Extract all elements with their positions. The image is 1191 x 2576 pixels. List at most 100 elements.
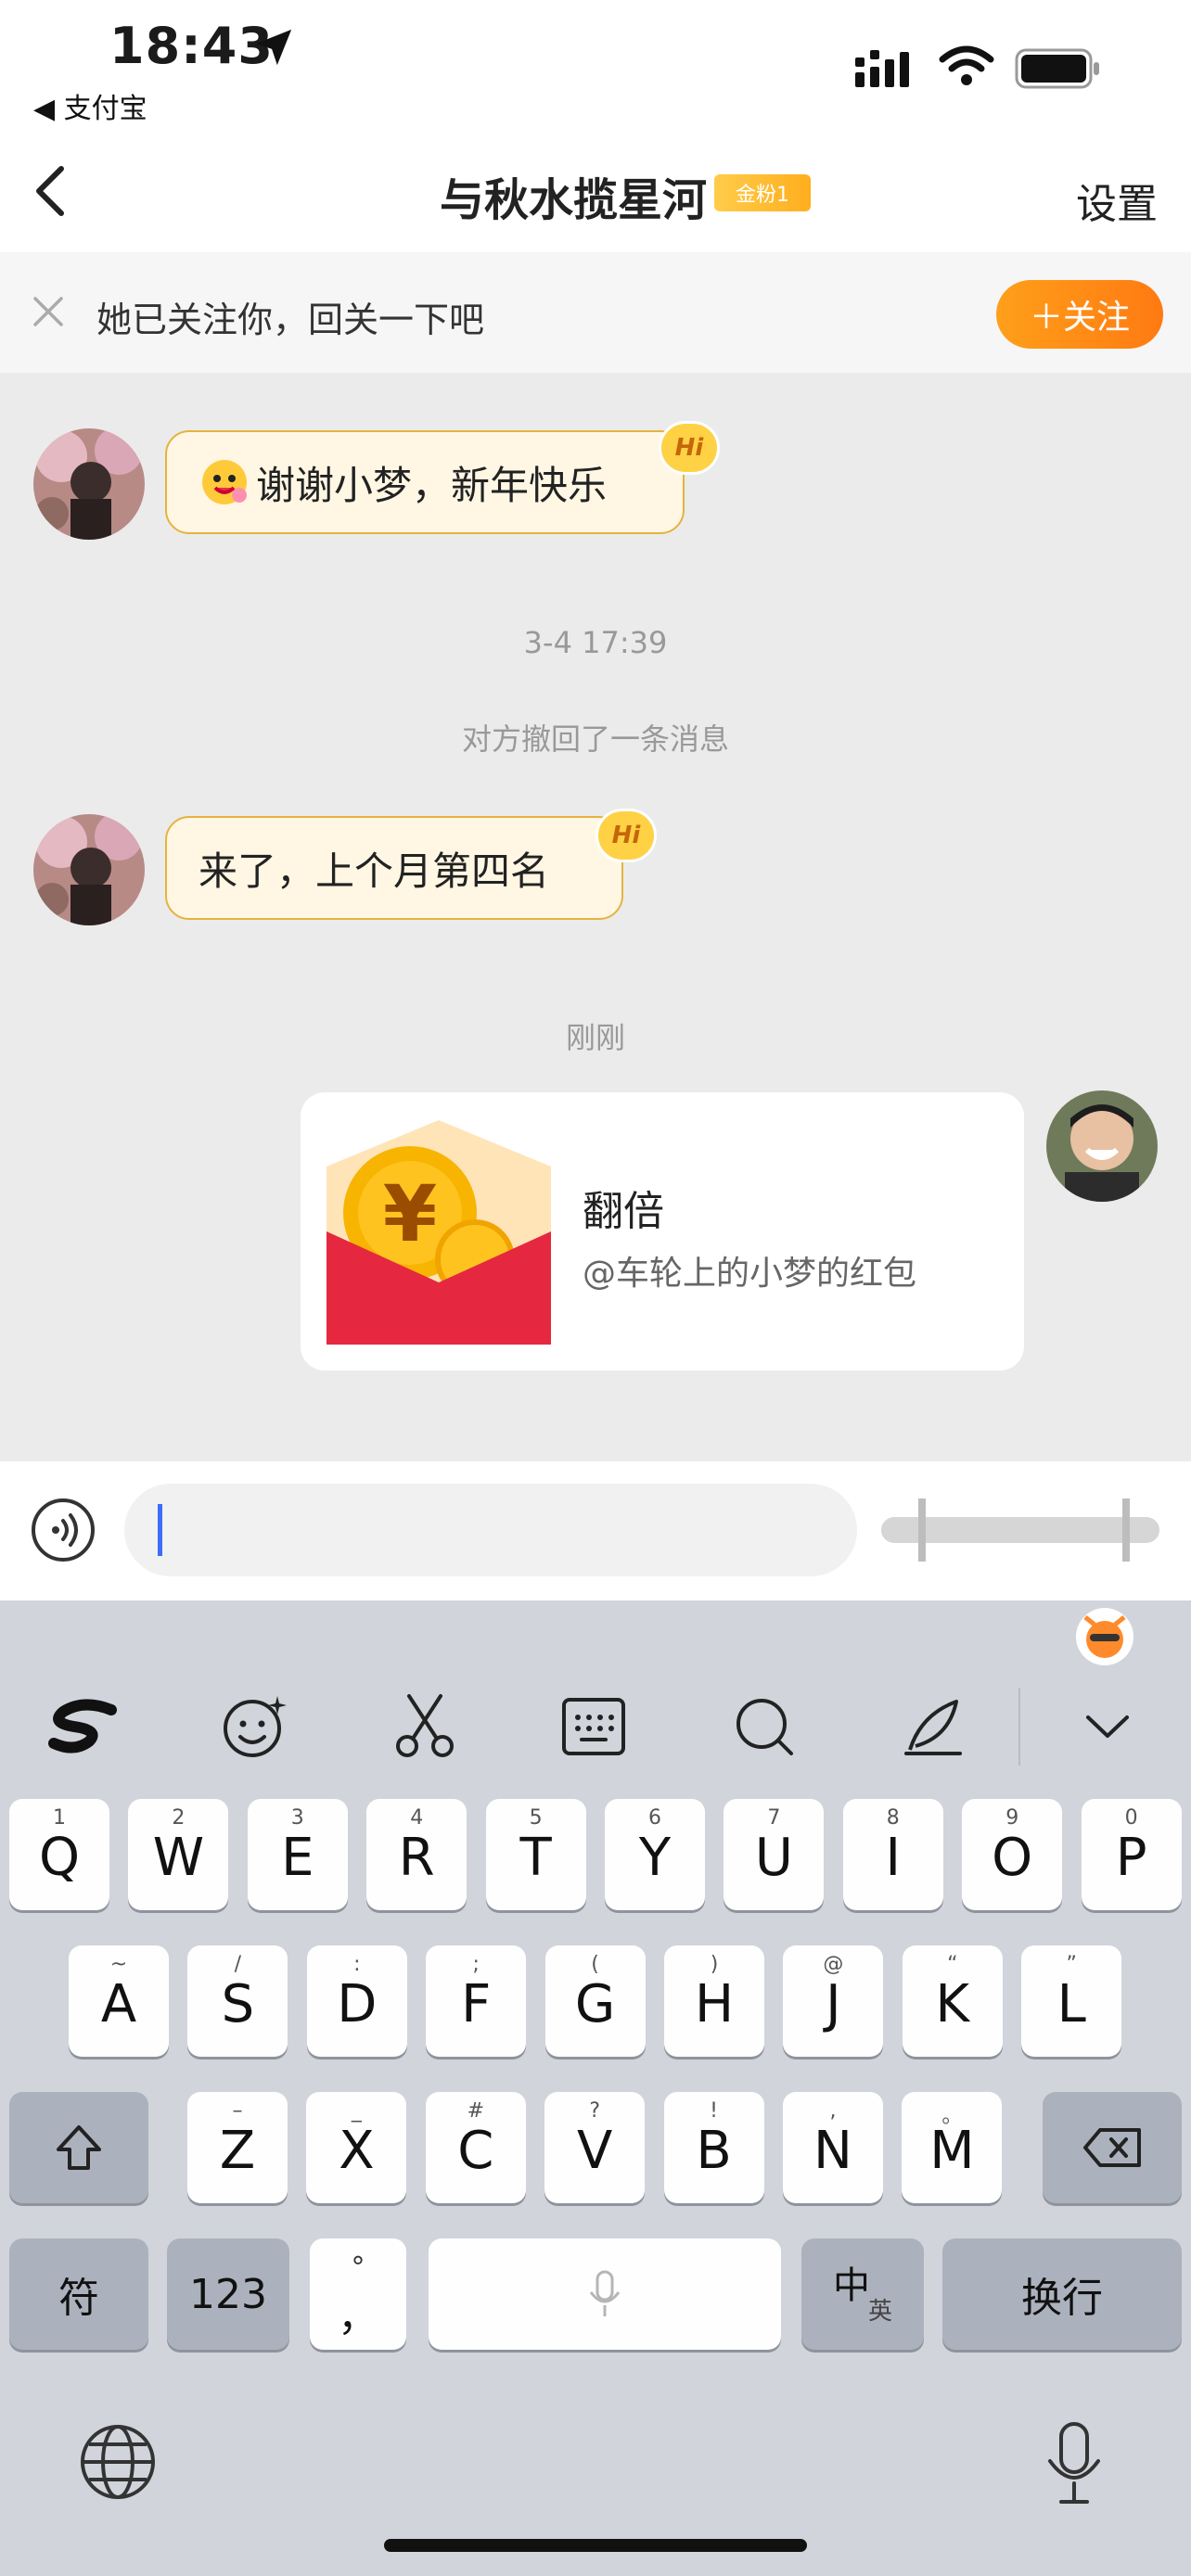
key-letter: A <box>100 1974 137 2034</box>
key-d[interactable]: :D <box>306 1945 407 2057</box>
key-q[interactable]: 1Q <box>9 1799 109 1910</box>
key-hint: ? <box>589 2099 601 2123</box>
avatar[interactable] <box>1046 1090 1158 1202</box>
input-actions-blurred[interactable] <box>881 1495 1159 1565</box>
symbols-key[interactable]: 符 <box>9 2238 148 2350</box>
emoji-icon[interactable] <box>208 1680 301 1773</box>
dictation-microphone-icon[interactable] <box>1044 2420 1104 2507</box>
enter-key[interactable]: 换行 <box>942 2238 1182 2350</box>
back-to-app-link[interactable]: ◀ 支付宝 <box>33 85 147 126</box>
key-hint: 6 <box>648 1806 661 1830</box>
message-timestamp: 刚刚 <box>565 1020 625 1055</box>
key-o[interactable]: 9O <box>962 1799 1063 1910</box>
globe-icon[interactable] <box>78 2422 158 2502</box>
key-c[interactable]: # C <box>425 2092 526 2203</box>
chat-title[interactable]: 与秋水揽星河丶 <box>440 174 751 226</box>
shift-key[interactable] <box>9 2092 148 2203</box>
key-letter: L <box>1057 1974 1086 2034</box>
key-letter: Z <box>219 2121 256 2181</box>
key-letter: O <box>992 1828 1033 1888</box>
key-hint: ! <box>710 2099 718 2123</box>
search-icon[interactable] <box>718 1680 811 1773</box>
key-j[interactable]: @ J <box>783 1945 884 2057</box>
close-icon[interactable] <box>32 295 65 328</box>
key-hint: ; <box>472 1953 480 1976</box>
message-bubble[interactable]: 来了，上个月第四名 <box>165 816 623 920</box>
punctuation-key[interactable]: ° ， <box>310 2238 406 2350</box>
scissors-icon[interactable] <box>378 1680 471 1773</box>
key-t[interactable]: 5T <box>485 1799 586 1910</box>
punctuation-key-label: ， <box>338 2293 378 2340</box>
sogou-logo-icon[interactable] <box>37 1680 130 1773</box>
key-hint: _ <box>351 2099 362 2123</box>
collapse-keyboard-chevron-icon[interactable] <box>1061 1680 1154 1773</box>
key-letter: Q <box>38 1828 81 1888</box>
key-y[interactable]: 6Y <box>605 1799 705 1910</box>
key-n[interactable]: ,N <box>783 2092 883 2203</box>
avatar[interactable] <box>33 428 145 540</box>
key-w[interactable]: 2W <box>128 1799 229 1910</box>
key-f[interactable]: ; F <box>426 1945 527 2057</box>
header-title-wrap: 与秋水揽星河丶 <box>0 163 1191 228</box>
key-z[interactable]: – Z <box>187 2092 288 2203</box>
home-indicator <box>384 2539 807 2552</box>
follow-button[interactable]: ＋关注 <box>996 280 1163 349</box>
key-u[interactable]: 7U <box>724 1799 825 1910</box>
key-hint: 9 <box>1005 1806 1019 1830</box>
voice-input-icon[interactable] <box>30 1497 96 1563</box>
shift-arrow-icon <box>9 2092 148 2203</box>
key-hint: – <box>232 2099 243 2123</box>
key-k[interactable]: “K <box>902 1945 1003 2057</box>
key-s[interactable]: / S <box>187 1945 288 2057</box>
key-h[interactable]: ) H <box>664 1945 764 2057</box>
message-bubble[interactable]: 谢谢小梦，新年快乐 <box>165 430 685 534</box>
key-l[interactable]: ” L <box>1021 1945 1122 2057</box>
message-input[interactable] <box>124 1484 857 1576</box>
key-p[interactable]: 0P <box>1081 1799 1182 1910</box>
key-letter: Y <box>638 1828 672 1888</box>
key-letter: H <box>694 1974 735 2034</box>
key-hint: 2 <box>172 1806 186 1830</box>
key-hint: , <box>829 2099 837 2123</box>
key-x[interactable]: _ X <box>306 2092 407 2203</box>
space-key[interactable] <box>429 2238 781 2350</box>
handwriting-pen-icon[interactable] <box>887 1680 980 1773</box>
red-packet-title: 翻倍 <box>583 1188 664 1235</box>
language-en-label: 英 <box>868 2298 893 2326</box>
key-letter: U <box>754 1828 793 1888</box>
key-letter: V <box>577 2121 613 2181</box>
keyboard-mascot-icon[interactable] <box>1074 1606 1135 1667</box>
key-hint: 1 <box>53 1806 66 1830</box>
backspace-key[interactable] <box>1043 2092 1182 2203</box>
language-zh-label: 中 <box>833 2264 870 2307</box>
settings-button[interactable]: 设置 <box>1076 171 1158 230</box>
key-e[interactable]: 3E <box>247 1799 348 1910</box>
key-b[interactable]: ! B <box>663 2092 764 2203</box>
hi-badge: Hi <box>596 809 657 862</box>
key-hint: ) <box>710 1953 719 1976</box>
key-hint: 5 <box>529 1806 543 1830</box>
key-m[interactable]: 。 M <box>902 2092 1003 2203</box>
key-g[interactable]: (G <box>544 1945 646 2057</box>
key-letter: C <box>457 2121 494 2181</box>
key-letter: J <box>826 1974 841 2034</box>
numbers-key[interactable]: 123 <box>167 2238 289 2350</box>
fan-level-badge: 金粉1 <box>714 174 811 211</box>
red-packet-subtitle: @车轮上的小梦的红包 <box>583 1255 917 1293</box>
text-cursor <box>158 1504 162 1556</box>
status-time: 18:43 <box>109 17 274 75</box>
key-hint: / <box>234 1953 242 1976</box>
key-letter: G <box>574 1974 616 2034</box>
key-r[interactable]: 4R <box>366 1799 467 1910</box>
avatar[interactable] <box>33 814 145 925</box>
keyboard-layout-icon[interactable] <box>547 1680 640 1773</box>
language-toggle-key[interactable]: 中 英 <box>801 2238 924 2350</box>
key-letter: B <box>696 2121 732 2181</box>
message-text: 来了，上个月第四名 <box>198 848 550 894</box>
key-i[interactable]: 8I <box>842 1799 943 1910</box>
key-letter: X <box>339 2121 375 2181</box>
key-a[interactable]: ~ A <box>69 1945 169 2057</box>
key-v[interactable]: ? V <box>544 2092 646 2203</box>
location-arrow-icon <box>252 26 295 69</box>
key-hint: 8 <box>886 1806 900 1830</box>
